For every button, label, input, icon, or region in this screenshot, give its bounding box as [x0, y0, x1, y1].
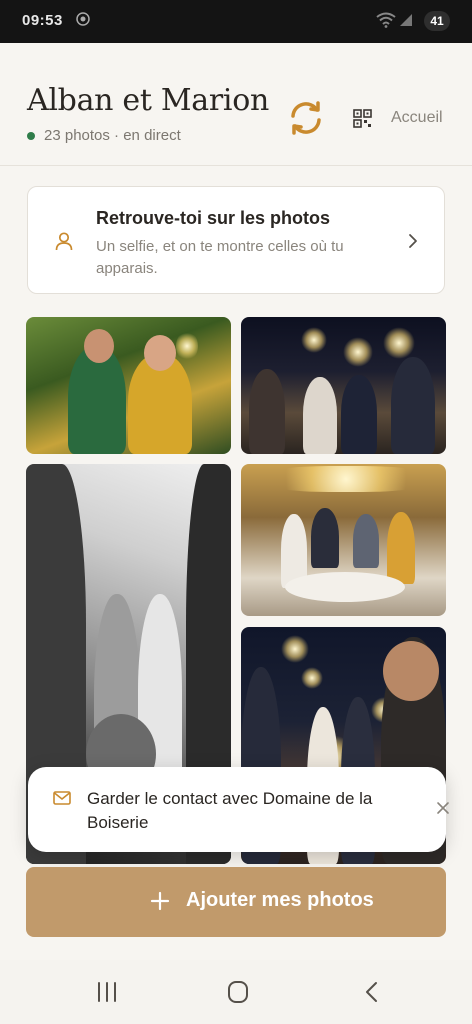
status-time: 09:53 — [22, 12, 63, 29]
close-toast-button[interactable] — [436, 801, 450, 815]
find-card-title: Retrouve-toi sur les photos — [96, 208, 331, 228]
toast-text: Garder le contact avec Domaine de la Boi… — [87, 789, 373, 832]
find-yourself-card[interactable]: Retrouve-toi sur les photos Un selfie, e… — [27, 186, 445, 294]
photo-friends-garden[interactable] — [26, 317, 231, 454]
signal-icon — [398, 12, 414, 32]
screen-record-icon — [76, 12, 90, 30]
add-photos-label: Ajouter mes photos — [186, 889, 374, 911]
qr-code-button[interactable] — [353, 109, 372, 128]
live-dot-icon — [27, 131, 35, 140]
page-title: Alban et Marion — [27, 83, 269, 118]
back-icon[interactable] — [359, 980, 385, 1004]
plus-icon — [150, 891, 170, 911]
battery-indicator: 41 — [424, 11, 450, 31]
qr-code-icon — [353, 109, 372, 128]
photo-reception-tent[interactable] — [241, 464, 446, 616]
find-card-description: Un selfie, et on te montre celles où tu … — [96, 238, 344, 277]
mail-icon — [53, 791, 71, 805]
close-icon — [437, 802, 449, 814]
refresh-button[interactable] — [287, 99, 325, 137]
status-bar: 09:53 41 — [0, 0, 472, 43]
wifi-icon — [376, 12, 396, 32]
home-icon[interactable] — [225, 980, 251, 1004]
refresh-icon — [291, 101, 321, 135]
photo-count-label: 23 photos · en direct — [44, 127, 181, 144]
event-subtitle: 23 photos · en direct — [27, 127, 181, 144]
event-header: Alban et Marion 23 photos · en direct Ac… — [0, 43, 472, 166]
chevron-right-icon — [406, 233, 420, 249]
system-navigation-bar — [0, 960, 472, 1024]
contact-toast[interactable]: Garder le contact avec Domaine de la Boi… — [28, 767, 449, 852]
add-photos-button[interactable]: Ajouter mes photos — [26, 867, 446, 937]
photo-sparklers-couple[interactable] — [241, 317, 446, 454]
person-icon — [54, 231, 74, 251]
recent-apps-icon[interactable] — [94, 980, 120, 1004]
home-link[interactable]: Accueil — [391, 109, 443, 127]
